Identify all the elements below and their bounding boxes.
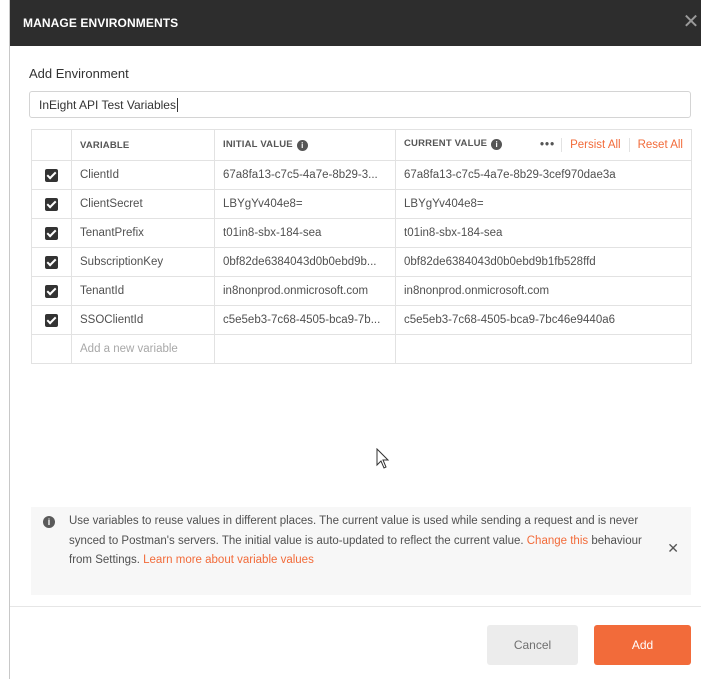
close-icon[interactable]: ✕ (667, 539, 679, 559)
table-row: ClientId 67a8fa13-c7c5-4a7e-8b29-3... 67… (31, 160, 692, 190)
new-variable-input[interactable]: Add a new variable (71, 334, 215, 364)
initial-value-cell[interactable]: LBYgYv404e8= (214, 189, 396, 219)
info-icon: i (43, 516, 55, 528)
enabled-checkbox[interactable] (45, 255, 58, 269)
header-checkbox-cell (31, 129, 72, 161)
mouse-cursor-icon (376, 448, 390, 469)
info-icon[interactable]: i (296, 140, 308, 151)
header-actions: ••• Persist All Reset All (540, 138, 683, 152)
current-value-cell[interactable]: t01in8-sbx-184-sea (395, 218, 692, 248)
manage-environments-dialog: MANAGE ENVIRONMENTS ✕ Add Environment In… (9, 0, 701, 679)
table-row: SubscriptionKey 0bf82de6384043d0b0ebd9b.… (31, 247, 692, 277)
enabled-checkbox[interactable] (45, 197, 58, 211)
initial-value-cell[interactable]: 0bf82de6384043d0b0ebd9b... (214, 247, 396, 277)
enabled-checkbox[interactable] (45, 226, 58, 240)
enabled-checkbox[interactable] (45, 313, 58, 327)
current-value-cell[interactable]: c5e5eb3-7c68-4505-bca9-7bc46e9440a6 (395, 305, 692, 335)
text-caret (176, 98, 178, 112)
variable-key-cell[interactable]: ClientId (71, 160, 215, 190)
table-row: SSOClientId c5e5eb3-7c68-4505-bca9-7b...… (31, 305, 692, 335)
environment-name-value: InEight API Test Variables (39, 98, 176, 112)
row-checkbox-cell (31, 334, 72, 364)
row-checkbox-cell (31, 189, 72, 219)
table-row: TenantPrefix t01in8-sbx-184-sea t01in8-s… (31, 218, 692, 248)
notice-text: Use variables to reuse values in differe… (69, 515, 642, 566)
current-value-cell[interactable]: in8nonprod.onmicrosoft.com (395, 276, 692, 306)
enabled-checkbox[interactable] (45, 284, 58, 298)
initial-value-cell[interactable]: t01in8-sbx-184-sea (214, 218, 396, 248)
row-checkbox-cell (31, 218, 72, 248)
persist-all-button[interactable]: Persist All (562, 139, 629, 151)
change-behaviour-link[interactable]: Change this (527, 535, 588, 547)
table-row: TenantId in8nonprod.onmicrosoft.com in8n… (31, 276, 692, 306)
current-value-cell[interactable]: LBYgYv404e8= (395, 189, 692, 219)
variable-key-cell[interactable]: ClientSecret (71, 189, 215, 219)
variables-info-notice: i Use variables to reuse values in diffe… (31, 507, 691, 595)
cancel-button[interactable]: Cancel (487, 625, 578, 665)
header-initial-value: INITIAL VALUE i (214, 129, 396, 161)
row-checkbox-cell (31, 160, 72, 190)
add-button[interactable]: Add (594, 625, 691, 665)
learn-more-link[interactable]: Learn more about variable values (143, 554, 314, 566)
dialog-titlebar: MANAGE ENVIRONMENTS ✕ (10, 0, 701, 46)
current-value-cell[interactable]: 67a8fa13-c7c5-4a7e-8b29-3cef970dae3a (395, 160, 692, 190)
table-row: ClientSecret LBYgYv404e8= LBYgYv404e8= (31, 189, 692, 219)
new-initial-value-input[interactable] (214, 334, 396, 364)
variable-key-cell[interactable]: SubscriptionKey (71, 247, 215, 277)
reset-all-button[interactable]: Reset All (630, 139, 683, 151)
enabled-checkbox[interactable] (45, 168, 58, 182)
variable-key-cell[interactable]: TenantPrefix (71, 218, 215, 248)
initial-value-cell[interactable]: in8nonprod.onmicrosoft.com (214, 276, 396, 306)
info-icon[interactable]: i (491, 139, 503, 150)
initial-value-cell[interactable]: 67a8fa13-c7c5-4a7e-8b29-3... (214, 160, 396, 190)
current-value-cell[interactable]: 0bf82de6384043d0b0ebd9b1fb528ffd (395, 247, 692, 277)
dialog-title: MANAGE ENVIRONMENTS (23, 16, 179, 30)
footer-divider (10, 606, 701, 607)
row-checkbox-cell (31, 247, 72, 277)
row-checkbox-cell (31, 305, 72, 335)
add-environment-label: Add Environment (29, 66, 129, 81)
new-variable-row: Add a new variable (31, 334, 692, 364)
variable-key-cell[interactable]: SSOClientId (71, 305, 215, 335)
variable-key-cell[interactable]: TenantId (71, 276, 215, 306)
table-header-row: VARIABLE INITIAL VALUE i CURRENT VALUE i •… (31, 129, 692, 161)
more-options-icon[interactable]: ••• (540, 139, 555, 151)
variables-table: VARIABLE INITIAL VALUE i CURRENT VALUE i •… (31, 129, 692, 364)
close-icon[interactable]: ✕ (680, 10, 701, 34)
environment-name-input[interactable]: InEight API Test Variables (29, 91, 691, 118)
initial-value-cell[interactable]: c5e5eb3-7c68-4505-bca9-7b... (214, 305, 396, 335)
header-variable: VARIABLE (71, 129, 215, 161)
header-current-value: CURRENT VALUE i ••• Persist All Reset All (395, 129, 692, 161)
row-checkbox-cell (31, 276, 72, 306)
new-current-value-input[interactable] (395, 334, 692, 364)
